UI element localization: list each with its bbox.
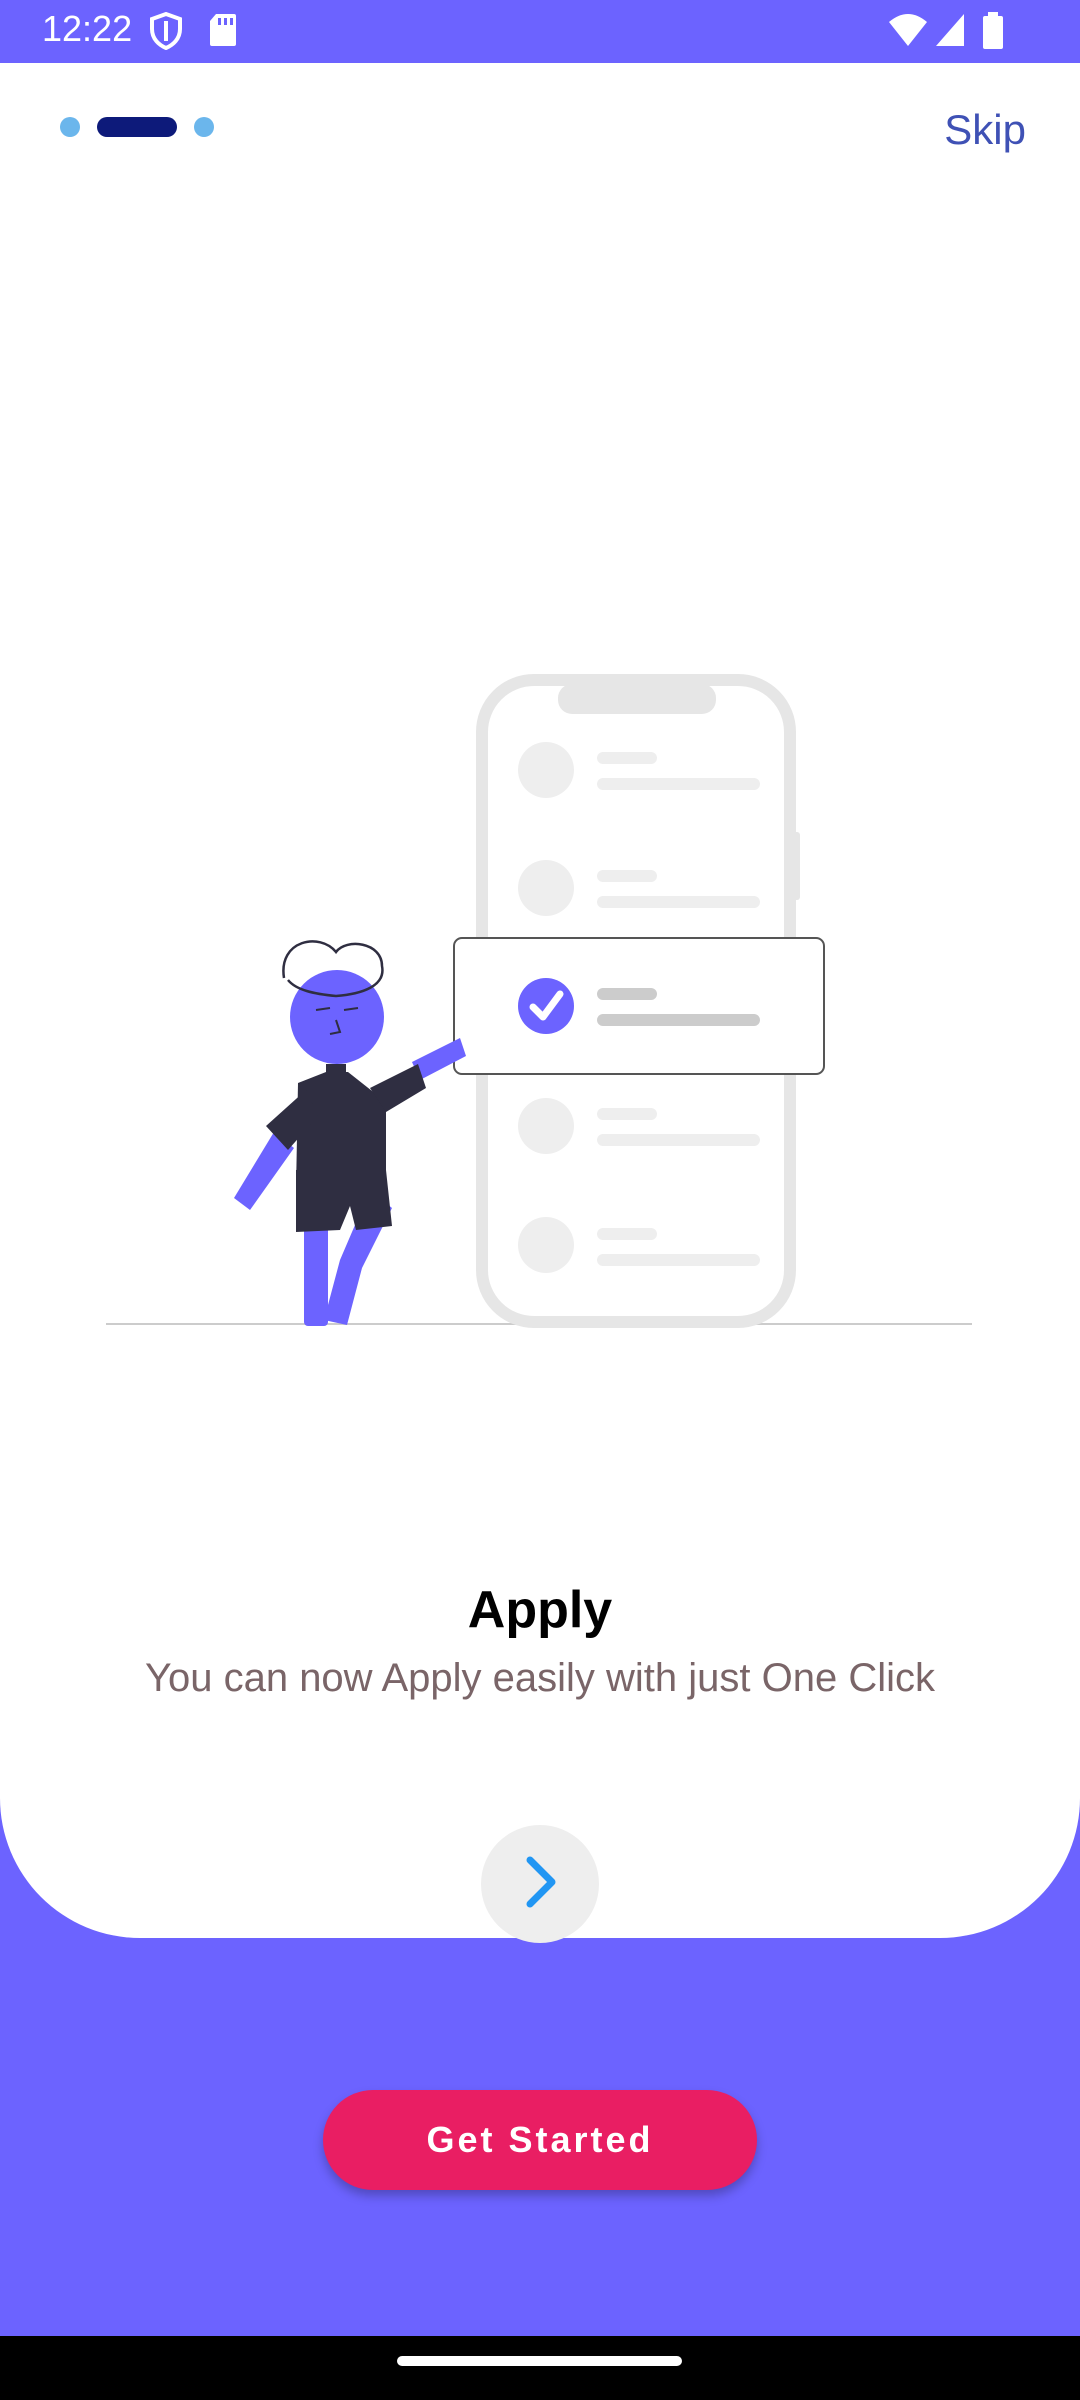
get-started-button[interactable]: Get Started xyxy=(323,2090,757,2190)
onboarding-title: Apply xyxy=(467,1581,613,1639)
page-dot-3 xyxy=(194,117,214,137)
chevron-right-icon xyxy=(520,1854,560,1915)
battery-icon xyxy=(982,12,1004,55)
skip-button[interactable]: Skip xyxy=(944,106,1026,154)
page-dot-2-active xyxy=(97,117,177,137)
system-navigation-bar xyxy=(0,2336,1080,2400)
shield-icon xyxy=(148,11,184,55)
onboarding-subtitle: You can now Apply easily with just One C… xyxy=(144,1656,936,1700)
next-button[interactable] xyxy=(481,1825,599,1943)
status-time: 12:22 xyxy=(42,8,133,49)
home-indicator[interactable] xyxy=(397,2356,682,2366)
status-bar: 12:22 xyxy=(0,0,1080,63)
page-dot-1 xyxy=(60,117,80,137)
signal-icon xyxy=(934,12,966,53)
sd-card-icon xyxy=(208,12,238,53)
wifi-icon xyxy=(888,12,928,53)
onboarding-illustration xyxy=(100,670,980,1330)
